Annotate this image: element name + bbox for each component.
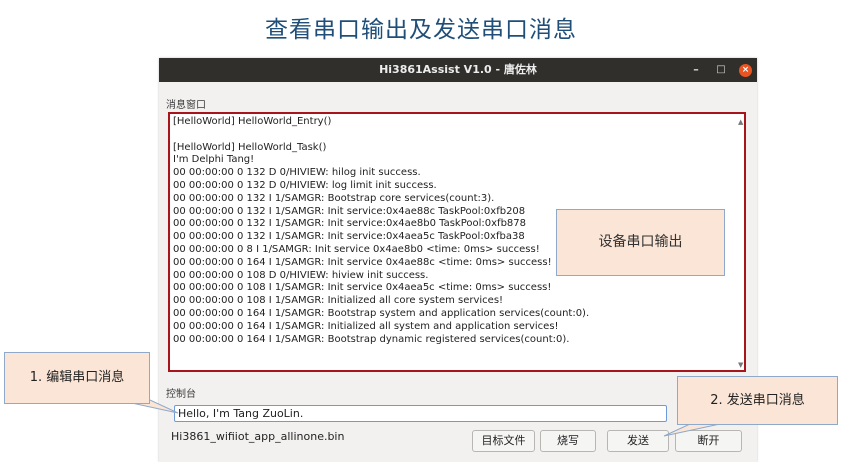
edit-message-callout: 1. 编辑串口消息: [4, 352, 150, 404]
callout-2-pointer: [663, 423, 721, 437]
send-message-callout: 2. 发送串口消息: [677, 376, 838, 425]
